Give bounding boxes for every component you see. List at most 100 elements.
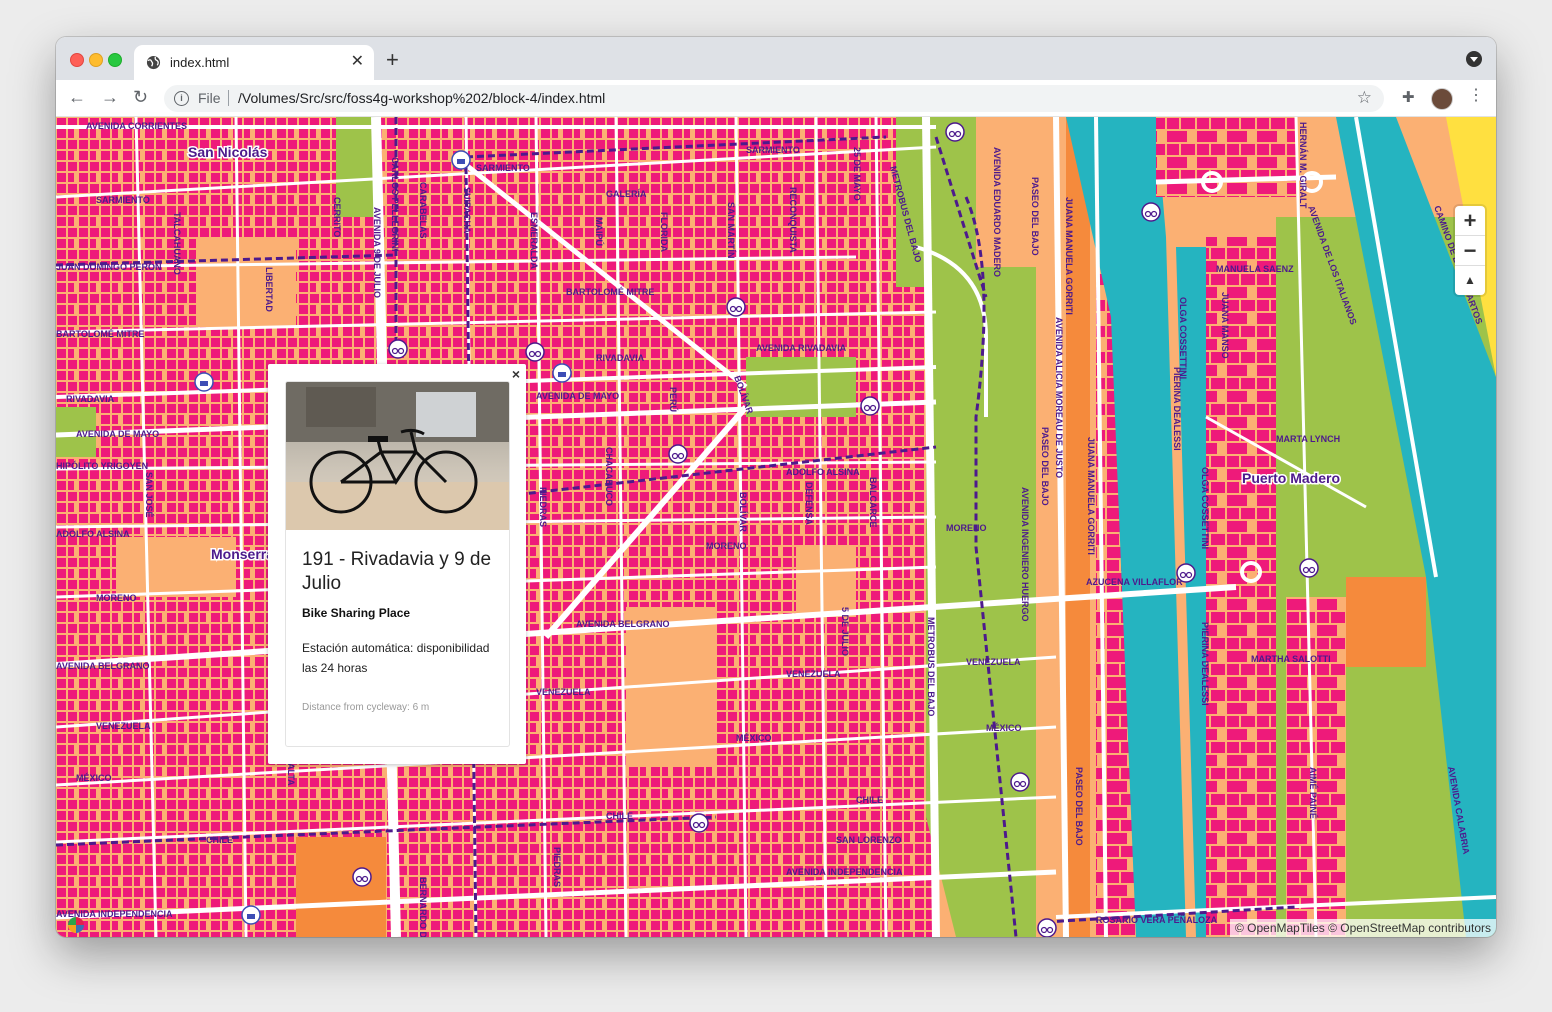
address-scheme-label: File (198, 90, 221, 106)
tab-search-icon[interactable] (1466, 51, 1482, 67)
street-label: AZUCENA VILLAFLOR (1086, 577, 1183, 587)
bike-station-icon[interactable] (945, 122, 965, 142)
street-label: AVENIDA ALICIA MOREAU DE JUSTO (1054, 317, 1064, 478)
street-label: MARTA LYNCH (1276, 434, 1340, 444)
bike-station-icon[interactable] (1299, 558, 1319, 578)
extensions-puzzle-icon[interactable]: ✚ (1402, 88, 1415, 106)
street-label: FLORIDA (659, 212, 669, 252)
basket-icon[interactable] (241, 905, 261, 925)
cycleway-distance: Distance from cycleway: 6 m (302, 702, 430, 713)
profile-avatar[interactable] (1431, 88, 1453, 110)
tab-index[interactable]: index.html ✕ (134, 45, 374, 80)
street-label: 5 DE JULIO (840, 607, 850, 656)
bookmark-star-icon[interactable]: ☆ (1357, 88, 1372, 108)
street-label: RECONQUISTA (788, 187, 798, 253)
street-label: 25 DE MAYO (852, 147, 862, 201)
zoom-in-button[interactable]: + (1455, 206, 1485, 236)
station-description: Estación automática: disponibilidad las … (302, 641, 490, 675)
street-label: AVENIDA INDEPENDENCIA (786, 867, 903, 877)
bike-station-icon[interactable] (668, 444, 688, 464)
map-attribution[interactable]: © OpenMapTiles © OpenStreetMap contribut… (1229, 919, 1496, 937)
street-label: VENEZUELA (536, 687, 591, 697)
street-label: RIVADAVIA (596, 353, 645, 363)
basket-icon[interactable] (451, 150, 471, 170)
street-label: CHILE (206, 835, 233, 845)
station-popup: × 191 - Rivadavia y 9 de Julio Bike Shar… (268, 364, 526, 764)
maximize-window-button[interactable] (108, 53, 122, 67)
street-label: MARTHA SALOTTI (1251, 654, 1331, 664)
map-zoom-control: + − ▲ (1455, 206, 1485, 295)
bicycle-image (286, 382, 509, 530)
street-label: BARTOLOMÉ MITRE (56, 329, 144, 339)
street-label: AVENIDA EDUARDO MADERO (992, 147, 1002, 277)
street-label: LIBERTAD (264, 267, 274, 312)
url-text[interactable]: /Volumes/Src/src/foss4g-workshop%202/blo… (238, 90, 605, 106)
district-label: San Nicolás (188, 144, 268, 160)
info-icon[interactable]: i (174, 91, 189, 106)
new-tab-button[interactable]: + (386, 49, 399, 71)
street-label: SUIPACHA (462, 187, 472, 234)
street-label: VENEZUELA (786, 669, 841, 679)
street-label: GALERÍA (606, 189, 647, 199)
zoom-out-button[interactable]: − (1455, 236, 1485, 266)
bike-station-icon[interactable] (1037, 918, 1057, 937)
bike-station-icon[interactable] (352, 867, 372, 887)
bike-station-icon[interactable] (1176, 563, 1196, 583)
tab-close-icon[interactable]: ✕ (351, 53, 364, 71)
street-label: AVENIDA DE MAYO (536, 391, 619, 401)
toolbar: ← → ↻ i File /Volumes/Src/src/foss4g-wor… (56, 80, 1496, 117)
minimize-window-button[interactable] (89, 53, 103, 67)
street-label: JUANA MANSO (1220, 292, 1230, 359)
back-arrow-icon[interactable]: ← (68, 87, 86, 107)
street-label: CARABELAS (418, 182, 428, 239)
street-label: AVENIDA RIVADAVIA (756, 343, 847, 353)
tab-title: index.html (170, 55, 230, 70)
bike-station-icon[interactable] (1010, 772, 1030, 792)
bike-station-icon[interactable] (726, 297, 746, 317)
lot (196, 237, 296, 327)
street-label: ADOLFO ALSINA (56, 529, 130, 539)
street-label: BALCARCE (868, 477, 878, 528)
street-label: CHACABUCO (604, 447, 614, 506)
bike-station-icon[interactable] (689, 813, 709, 833)
street-label: CARLOS PELLEGRINI (390, 157, 400, 252)
browser-menu-icon[interactable]: ⋮ (1468, 86, 1484, 106)
station-category: Bike Sharing Place (302, 606, 411, 620)
maplibre-logo[interactable] (68, 917, 84, 933)
bike-station-icon[interactable] (860, 396, 880, 416)
bike-station-icon[interactable] (1141, 202, 1161, 222)
street-label: AVENIDA BELGRANO (576, 619, 670, 629)
street-label: SAN JOSÉ (144, 472, 154, 518)
street-label: PASEO DEL BAJO (1030, 177, 1040, 256)
address-bar[interactable]: i File /Volumes/Src/src/foss4g-workshop%… (164, 85, 1384, 112)
street-label: PIERINA DEALESSI (1200, 622, 1210, 706)
street-label: BERNARDO D (418, 877, 428, 937)
basket-icon[interactable] (194, 372, 214, 392)
reload-icon[interactable]: ↻ (133, 87, 148, 107)
street-label: MANUELA SAENZ (1216, 264, 1294, 274)
street-label: JUANA MANUELA GORRITI (1064, 197, 1074, 315)
street-label: BARTOLOMÉ MITRE (566, 287, 654, 297)
street-label: PASEO DEL BAJO (1040, 427, 1050, 506)
reset-bearing-button[interactable]: ▲ (1455, 266, 1485, 295)
street-label: MÉXICO (986, 723, 1022, 733)
bike-station-icon[interactable] (388, 339, 408, 359)
street-label: SARMIENTO (96, 195, 150, 205)
map-canvas[interactable]: AVENIDA CORRIENTES SARMIENTO SARMIENTO S… (56, 117, 1496, 937)
madero-blocks (1156, 117, 1296, 197)
street-label: DEFENSA (804, 482, 814, 526)
close-window-button[interactable] (70, 53, 84, 67)
bike-station-icon[interactable] (525, 342, 545, 362)
street-label: RIVADAVIA (66, 394, 115, 404)
popup-close-button[interactable]: × (512, 366, 520, 382)
street-label: ROSARIO VERA PEÑALOZA (1096, 915, 1218, 925)
forward-arrow-icon[interactable]: → (101, 87, 119, 107)
street-label: CHILE (856, 795, 883, 805)
street-label: AVENIDA 9 DE JULIO (372, 207, 382, 298)
street-label: SARMIENTO (746, 145, 800, 155)
street-label: METROBUS DEL BAJO (926, 617, 936, 716)
street-label: CERRITO (332, 197, 342, 237)
browser-window: index.html ✕ + ← → ↻ i File /Volumes/Src… (56, 37, 1496, 937)
station-title: 191 - Rivadavia y 9 de Julio (302, 549, 492, 594)
basket-icon[interactable] (552, 363, 572, 383)
